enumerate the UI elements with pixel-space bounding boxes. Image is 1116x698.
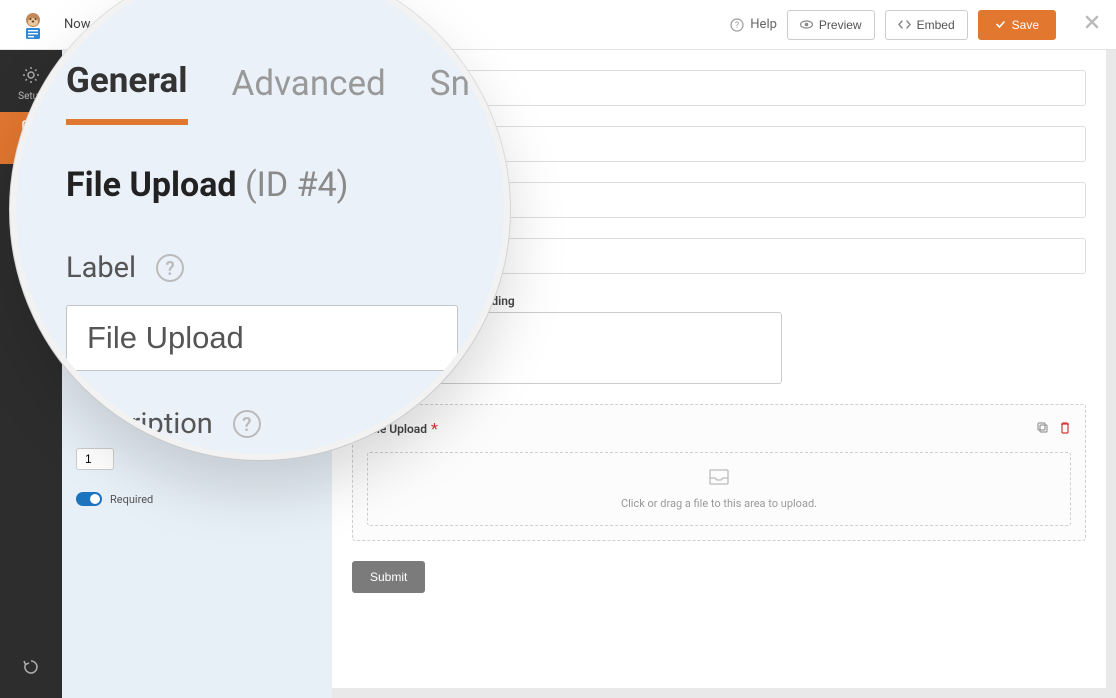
required-label: Required (110, 493, 153, 506)
upload-dropzone[interactable]: Click or drag a file to this area to upl… (367, 452, 1071, 526)
label-caption: Label (66, 251, 136, 285)
help-label: Help (750, 17, 777, 32)
help-icon[interactable]: ? (233, 410, 261, 438)
required-star: * (431, 419, 438, 438)
topbar-actions: ? Help Preview Embed Save (730, 10, 1100, 40)
required-toggle[interactable] (76, 492, 102, 506)
svg-text:?: ? (735, 21, 739, 31)
embed-label: Embed (917, 18, 955, 32)
file-upload-section[interactable]: File Upload * Click or drag a file to th… (352, 404, 1086, 541)
submit-button[interactable]: Submit (352, 561, 425, 593)
wpforms-logo-icon (16, 8, 50, 42)
tab-general[interactable]: General (66, 60, 188, 125)
tab-advanced[interactable]: Advanced (232, 63, 386, 122)
tab-smart-logic[interactable]: Sn (430, 63, 470, 122)
required-toggle-row: Required (76, 492, 318, 506)
inbox-icon (708, 468, 730, 489)
save-label: Save (1012, 18, 1039, 32)
preview-label: Preview (819, 18, 862, 32)
help-link[interactable]: ? Help (730, 17, 777, 32)
save-button[interactable]: Save (978, 10, 1056, 40)
number-input[interactable] (76, 448, 114, 470)
delete-icon[interactable] (1059, 419, 1071, 438)
label-input[interactable] (66, 305, 458, 371)
revision-icon[interactable] (22, 658, 40, 680)
field-heading: File Upload (ID #4) (66, 165, 458, 205)
help-icon[interactable]: ? (156, 254, 184, 282)
duplicate-icon[interactable] (1036, 419, 1049, 438)
close-icon[interactable] (1084, 14, 1100, 35)
gear-icon (22, 66, 40, 87)
upload-hint: Click or drag a file to this area to upl… (621, 497, 817, 510)
field-options-tabs: General Advanced Sn (66, 60, 458, 125)
preview-button[interactable]: Preview (787, 10, 875, 40)
embed-button[interactable]: Embed (885, 10, 968, 40)
